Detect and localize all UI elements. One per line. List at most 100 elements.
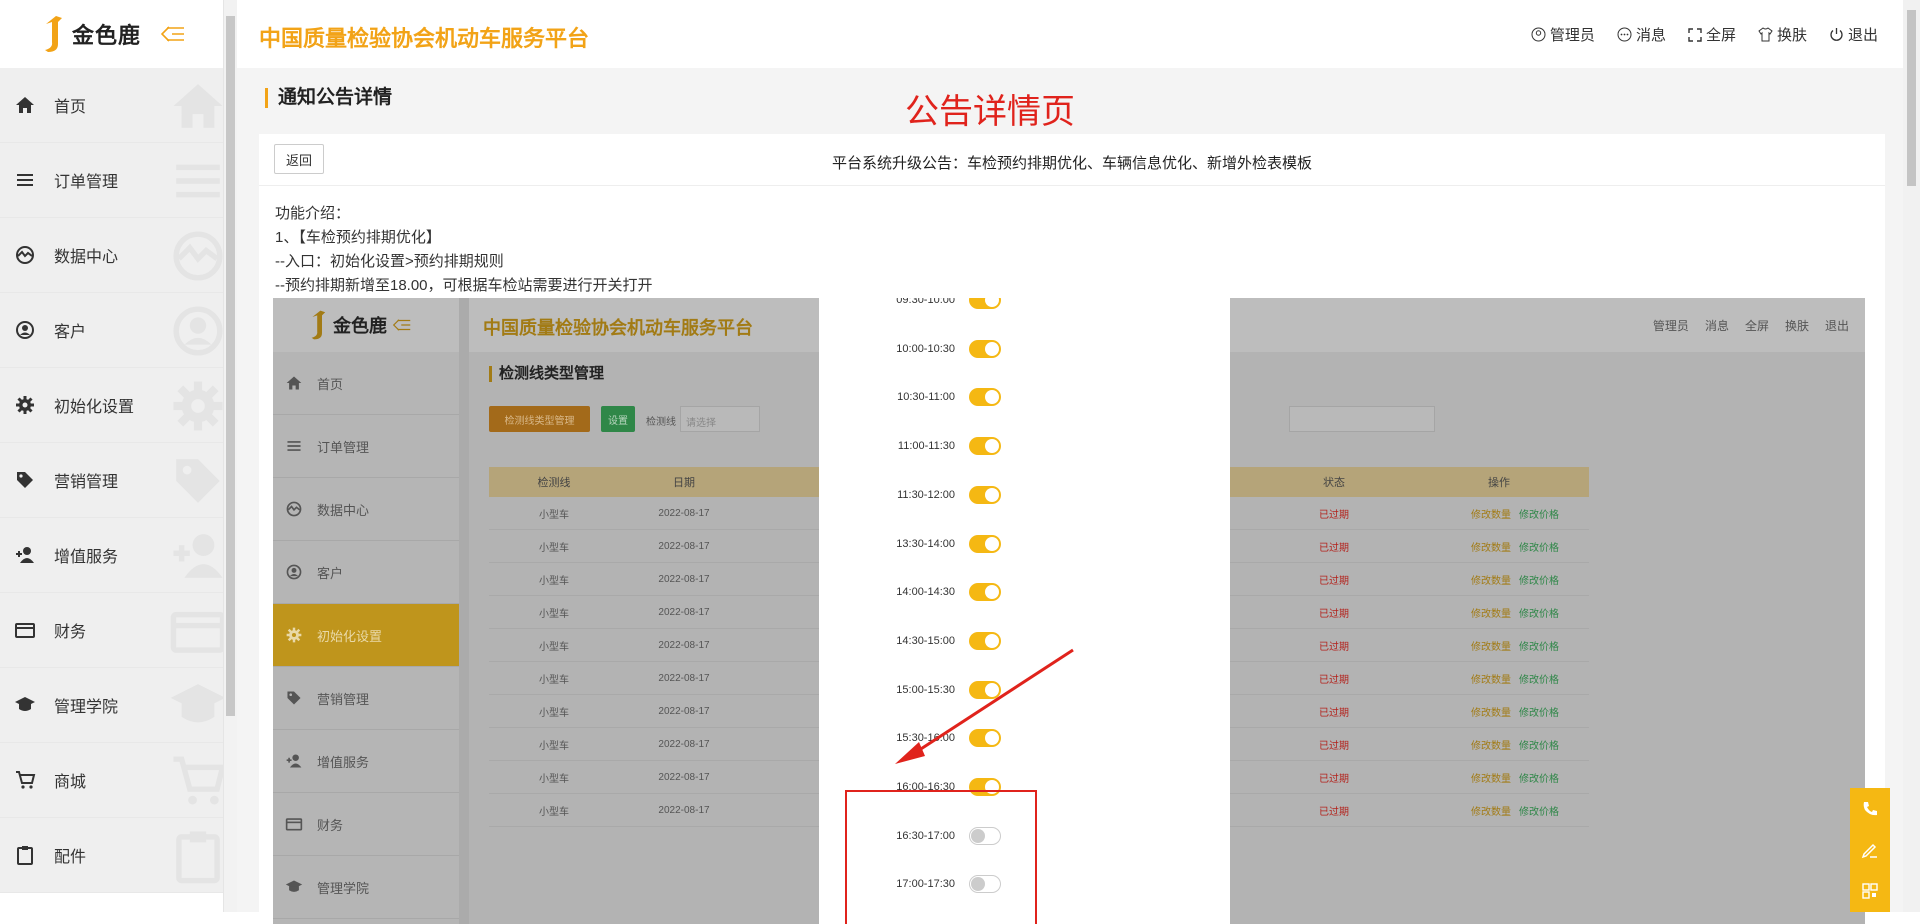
fullscreen-button[interactable]: 全屏 (1688, 24, 1736, 45)
sidebar-item[interactable]: 数据中心 (0, 218, 223, 293)
qrcode-icon[interactable] (1861, 882, 1879, 900)
home-icon (14, 94, 36, 116)
time-slot-toggle[interactable] (969, 534, 1001, 553)
sidebar-item[interactable]: 管理学院 (0, 668, 223, 743)
sidebar-item[interactable]: 订单管理 (0, 143, 223, 218)
annotation-arrow (895, 648, 1074, 764)
logout-label: 退出 (1847, 27, 1878, 44)
shot-cell-date: 2022-08-17 (658, 804, 710, 816)
time-slot-row: 14:00-14:30 (819, 581, 1230, 605)
sidebar-item[interactable]: 商城 (0, 743, 223, 818)
shot-gear-icon (286, 627, 302, 643)
shot-tag-icon (287, 691, 301, 705)
time-slot-toggle[interactable] (969, 388, 1001, 407)
shot-edit-qty: 修改数量 (1471, 608, 1511, 620)
shot-sidebar-item: 数据中心 (273, 478, 459, 541)
sidebar-item[interactable]: 配件 (0, 818, 223, 893)
shot-card-icon (285, 818, 303, 831)
time-slot-row: 10:00-10:30 (819, 338, 1230, 362)
shot-edit-price: 修改价格 (1519, 542, 1559, 554)
sidebar-item-label: 管理学院 (54, 699, 119, 716)
time-slot-label: 13:30-14:00 (896, 537, 955, 550)
shot-sidebar-item: 客户 (273, 541, 459, 604)
shot-scrollbar (459, 298, 469, 924)
deer-logo-icon (45, 16, 62, 52)
shot-sidebar-label: 客户 (317, 565, 344, 581)
tag-icon (14, 469, 36, 491)
brand-name: 金色鹿 (72, 23, 142, 48)
shot-cell-status: 已过期 (1319, 806, 1349, 818)
shot-cell-status: 已过期 (1319, 707, 1349, 719)
sidebar-scrollbar[interactable] (224, 0, 237, 912)
watermark-card-icon (170, 611, 223, 653)
shot-section-title: 检测线类型管理 (489, 366, 604, 382)
clipboard-icon (14, 844, 36, 866)
float-toolbar (1850, 788, 1890, 912)
shot-edit-qty: 修改数量 (1471, 542, 1511, 554)
user-icon (14, 319, 36, 341)
shot-cell-status: 已过期 (1319, 575, 1349, 587)
skin-label: 换肤 (1776, 27, 1807, 44)
shot-edit-qty: 修改数量 (1471, 674, 1511, 686)
watermark-cart-icon (173, 756, 223, 805)
sidebar-item-label: 配件 (54, 849, 87, 866)
time-slot-toggle[interactable] (969, 583, 1001, 602)
shot-sidebar-item: 财务 (273, 793, 459, 856)
shot-cell-line: 小型车 (539, 542, 569, 554)
shot-edit-qty: 修改数量 (1471, 707, 1511, 719)
notice-body: 功能介绍： 1、【车检预约排期优化】 --入口：初始化设置>预约排期规则 --预… (275, 202, 653, 298)
shot-edit-qty: 修改数量 (1471, 806, 1511, 818)
shot-cell-status: 已过期 (1319, 773, 1349, 785)
shot-cell-status: 已过期 (1319, 509, 1349, 521)
time-slot-toggle[interactable] (969, 485, 1001, 504)
sidebar-item-label: 商城 (54, 774, 87, 791)
message-button[interactable]: 消息 (1617, 24, 1666, 45)
edit-icon[interactable] (1861, 841, 1879, 859)
sidebar-item[interactable]: 初始化设置 (0, 368, 223, 443)
shot-date-input (1289, 406, 1435, 432)
sidebar-item[interactable]: 客户 (0, 293, 223, 368)
logout-button[interactable]: 退出 (1829, 24, 1878, 45)
gear-icon (14, 394, 36, 416)
phone-icon[interactable] (1861, 800, 1879, 818)
shot-cell-line: 小型车 (539, 773, 569, 785)
sidebar-scroll-thumb[interactable] (226, 16, 235, 716)
watermark-data-icon (173, 231, 223, 281)
time-slot-row: 11:00-11:30 (819, 435, 1230, 459)
app-title: 中国质量检验协会机动车服务平台 (259, 26, 590, 51)
shot-cell-date: 2022-08-17 (658, 672, 710, 684)
annotation-text: 公告详情页 (905, 93, 1075, 131)
admin-label: 管理员 (1549, 27, 1595, 44)
time-slot-label: 11:00-11:30 (897, 440, 955, 453)
power-icon (1830, 28, 1843, 41)
message-icon (1617, 27, 1632, 42)
shot-app-title: 中国质量检验协会机动车服务平台 (483, 318, 753, 338)
sidebar-item[interactable]: 增值服务 (0, 518, 223, 593)
shot-cell-line: 小型车 (539, 806, 569, 818)
shot-cell-status: 已过期 (1319, 641, 1349, 653)
page-scroll-thumb[interactable] (1907, 10, 1916, 186)
shot-sidebar-item: 订单管理 (273, 415, 459, 478)
body-line: 功能介绍： (275, 205, 351, 222)
sidebar-item[interactable]: 财务 (0, 593, 223, 668)
message-label: 消息 (1635, 27, 1666, 44)
shot-edit-price: 修改价格 (1519, 509, 1559, 521)
time-slot-toggle[interactable] (969, 437, 1001, 456)
shot-cell-date: 2022-08-17 (658, 606, 710, 618)
page-scrollbar[interactable] (1903, 0, 1920, 912)
sidebar-item[interactable]: 首页 (0, 68, 223, 143)
admin-button[interactable]: 管理员 (1531, 24, 1595, 45)
time-slot-label: 14:00-14:30 (896, 586, 955, 599)
time-slot-label: 09:30-10:00 (896, 298, 955, 306)
shot-sidebar-label: 营销管理 (317, 691, 370, 707)
sidebar-item[interactable]: 营销管理 (0, 443, 223, 518)
shot-sidebar-item: 首页 (273, 352, 459, 415)
skin-button[interactable]: 换肤 (1758, 24, 1807, 45)
fullscreen-icon (1688, 27, 1702, 42)
time-slot-toggle[interactable] (969, 339, 1001, 358)
shot-sidebar-label: 管理学院 (317, 880, 370, 896)
top-actions: 管理员 消息 全屏 换肤 退出 (1531, 24, 1878, 45)
time-slot-toggle[interactable] (969, 298, 1001, 309)
menu-fold-icon[interactable] (161, 25, 185, 43)
add-user-icon (14, 544, 36, 566)
